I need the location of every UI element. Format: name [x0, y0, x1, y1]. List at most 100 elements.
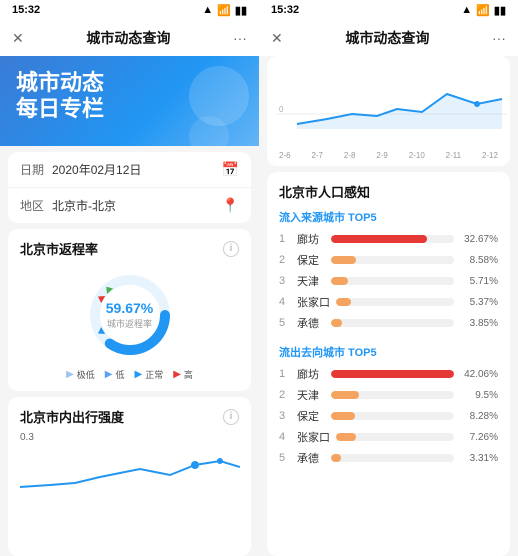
outflow-val-3: 8.28% [460, 411, 498, 422]
battery-icon: ▮▮ [235, 4, 247, 17]
right-panel: 15:32 ▲ 📶 ▮▮ ✕ 城市动态查询 ··· 0 2-6 2-7 2 [259, 0, 518, 556]
inflow-rank-3: 3 [279, 275, 291, 287]
legend-low: ▶ 低 [105, 368, 125, 381]
inflow-track-4 [336, 298, 454, 306]
outflow-title: 流出去向城市 TOP5 [279, 344, 498, 360]
inflow-track-1 [331, 235, 454, 243]
outflow-name-3: 保定 [297, 408, 325, 424]
calendar-icon: 📅 [222, 161, 239, 178]
axis-label-2: 2-8 [344, 151, 356, 160]
outflow-track-4 [336, 433, 454, 441]
inflow-fill-4 [336, 298, 351, 306]
info-icon-mobility[interactable]: i [223, 409, 239, 425]
region-row[interactable]: 地区 北京市-北京 📍 [8, 188, 251, 223]
legend-row: ▶ 极低 ▶ 低 ▶ 正常 ▶ 高 [20, 368, 239, 381]
inflow-name-5: 承德 [297, 315, 325, 331]
mobility-title-row: 北京市内出行强度 i [20, 407, 239, 426]
location-icon: 📍 [222, 197, 239, 214]
legend-very-low: ▶ 极低 [66, 368, 95, 381]
inflow-fill-5 [331, 319, 342, 327]
axis-label-4: 2-10 [409, 151, 425, 160]
inflow-item-4: 4 张家口 5.37% [279, 294, 498, 310]
date-row[interactable]: 日期 2020年02月12日 📅 [8, 152, 251, 188]
close-icon-right[interactable]: ✕ [271, 30, 283, 47]
population-section: 北京市人口感知 流入来源城市 TOP5 1 廊坊 32.67% 2 保定 8.5… [267, 172, 510, 556]
inflow-val-2: 8.58% [460, 255, 498, 266]
signal-icon: ▲ [202, 4, 213, 16]
hero-deco-1 [189, 66, 249, 126]
inflow-item-2: 2 保定 8.58% [279, 252, 498, 268]
legend-label-low: 低 [115, 368, 124, 381]
outflow-val-2: 9.5% [460, 390, 498, 401]
outflow-rank-2: 2 [279, 389, 291, 401]
outflow-rank-4: 4 [279, 431, 291, 443]
return-rate-title-row: 北京市返程率 i [20, 239, 239, 258]
outflow-item-5: 5 承德 3.31% [279, 450, 498, 466]
outflow-fill-4 [336, 433, 356, 441]
mobility-title: 北京市内出行强度 [20, 407, 124, 426]
inflow-track-2 [331, 256, 454, 264]
mobility-card: 北京市内出行强度 i 0.3 [8, 397, 251, 556]
axis-labels: 2-6 2-7 2-8 2-9 2-10 2-11 2-12 [277, 151, 500, 160]
legend-high: ▶ 高 [173, 368, 193, 381]
inflow-fill-3 [331, 277, 348, 285]
status-icons-right: ▲ 📶 ▮▮ [461, 4, 506, 17]
outflow-fill-2 [331, 391, 359, 399]
outflow-track-2 [331, 391, 454, 399]
inflow-rank-2: 2 [279, 254, 291, 266]
outflow-item-3: 3 保定 8.28% [279, 408, 498, 424]
status-icons-left: ▲ 📶 ▮▮ [202, 4, 247, 17]
outflow-name-5: 承德 [297, 450, 325, 466]
status-bar-right: 15:32 ▲ 📶 ▮▮ [259, 0, 518, 20]
svg-text:0: 0 [279, 105, 284, 114]
outflow-item-4: 4 张家口 7.26% [279, 429, 498, 445]
outflow-val-5: 3.31% [460, 453, 498, 464]
outflow-fill-1 [331, 370, 454, 378]
outflow-name-1: 廊坊 [297, 366, 325, 382]
inflow-name-4: 张家口 [297, 294, 330, 310]
mobility-chart [20, 447, 239, 498]
mobility-val: 0.3 [20, 432, 239, 443]
inflow-track-3 [331, 277, 454, 285]
more-icon[interactable]: ··· [233, 30, 247, 46]
inflow-track-5 [331, 319, 454, 327]
legend-normal: ▶ 正常 [135, 368, 164, 381]
legend-dot-low: ▶ [105, 369, 113, 380]
outflow-rank-3: 3 [279, 410, 291, 422]
date-region-section: 日期 2020年02月12日 📅 地区 北京市-北京 📍 [8, 152, 251, 223]
outflow-track-3 [331, 412, 454, 420]
region-value: 北京市-北京 [52, 197, 222, 214]
inflow-val-3: 5.71% [460, 276, 498, 287]
info-icon-return[interactable]: i [223, 241, 239, 257]
nav-bar-right: ✕ 城市动态查询 ··· [259, 20, 518, 56]
region-label: 地区 [20, 197, 46, 214]
inflow-name-1: 廊坊 [297, 231, 325, 247]
wifi-icon: 📶 [217, 4, 231, 17]
axis-label-6: 2-12 [482, 151, 498, 160]
date-value: 2020年02月12日 [52, 161, 222, 178]
inflow-list: 1 廊坊 32.67% 2 保定 8.58% 3 天津 [279, 231, 498, 331]
legend-dot-very-low: ▶ [66, 369, 74, 380]
axis-label-5: 2-11 [446, 151, 461, 160]
pop-title: 北京市人口感知 [279, 182, 498, 201]
legend-dot-normal: ▶ [135, 369, 143, 380]
wifi-icon-right: 📶 [476, 4, 490, 17]
outflow-item-1: 1 廊坊 42.06% [279, 366, 498, 382]
donut-chart: 59.67% 城市返程率 [85, 270, 175, 360]
legend-dot-high: ▶ [173, 369, 181, 380]
outflow-track-1 [331, 370, 454, 378]
close-icon[interactable]: ✕ [12, 30, 24, 47]
inflow-item-5: 5 承德 3.85% [279, 315, 498, 331]
legend-label-normal: 正常 [145, 368, 163, 381]
inflow-fill-2 [331, 256, 356, 264]
axis-label-1: 2-7 [311, 151, 323, 160]
inflow-name-2: 保定 [297, 252, 325, 268]
donut-label: 59.67% 城市返程率 [106, 300, 153, 330]
outflow-track-5 [331, 454, 454, 462]
inflow-title: 流入来源城市 TOP5 [279, 209, 498, 225]
left-panel: 15:32 ▲ 📶 ▮▮ ✕ 城市动态查询 ··· 城市动态 每日专栏 日期 2… [0, 0, 259, 556]
donut-sub: 城市返程率 [106, 317, 153, 330]
inflow-val-4: 5.37% [460, 297, 498, 308]
more-icon-right[interactable]: ··· [492, 30, 506, 46]
outflow-rank-5: 5 [279, 452, 291, 464]
